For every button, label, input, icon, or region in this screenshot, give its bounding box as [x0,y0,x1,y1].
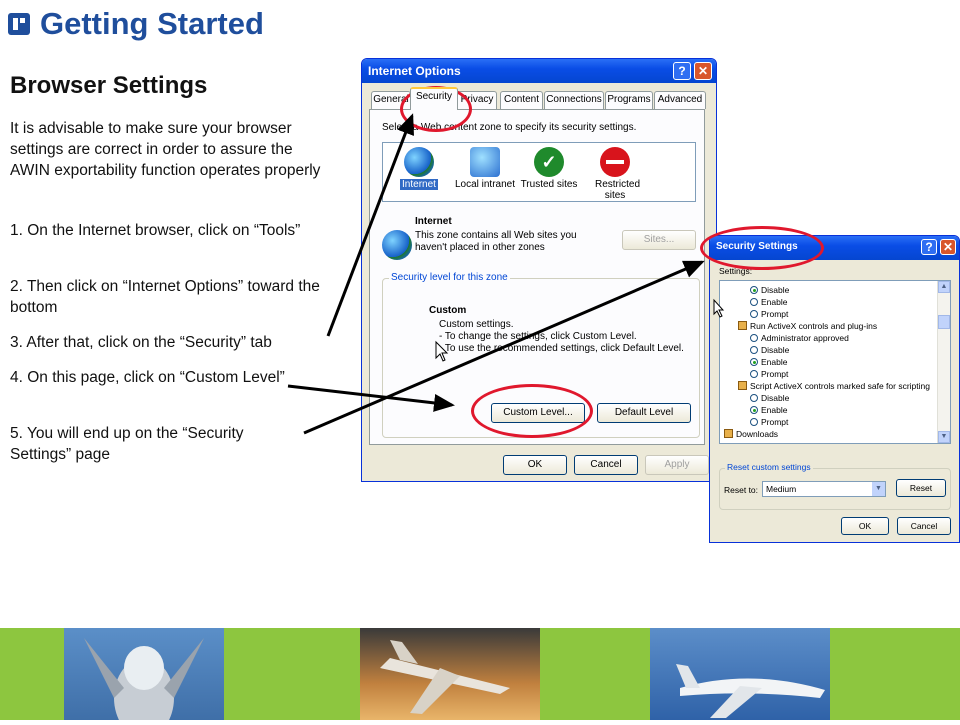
airliner-photo [650,628,830,720]
airliner-icon [676,664,825,718]
cursor-icon [435,340,449,362]
business-jet-icon [380,640,510,714]
arrow-to-security-settings [303,260,705,435]
fighter-jet-icon [84,638,204,725]
arrow-to-security-tab [326,113,414,337]
arrow-to-custom-level [287,384,455,412]
footer-banner [0,628,960,725]
annotation-arrows [287,113,725,435]
cursor-icon [713,298,725,318]
jet-fighter-photo [64,628,224,725]
tab-security[interactable]: Security [410,87,458,110]
business-jet-photo [360,628,540,720]
